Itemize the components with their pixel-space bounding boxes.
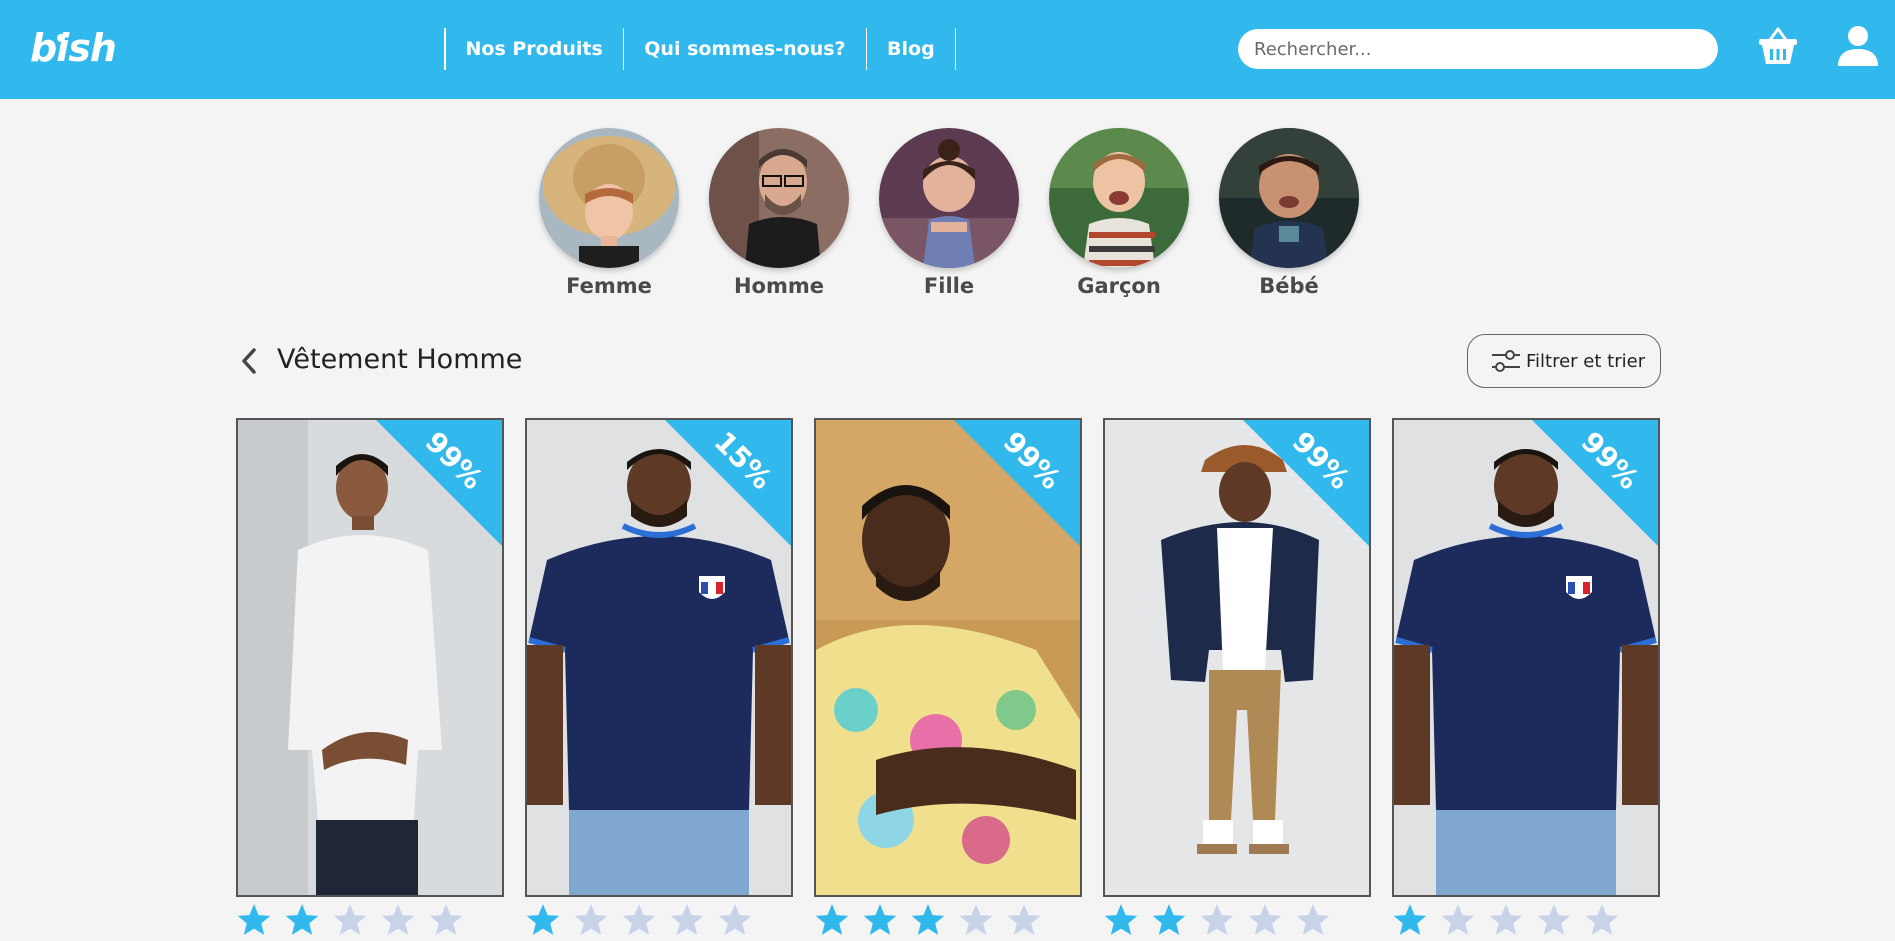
product-card[interactable]: 99% bbox=[814, 418, 1082, 897]
category-label: Bébé bbox=[1259, 274, 1319, 298]
star-empty-icon[interactable] bbox=[1199, 903, 1235, 937]
star-filled-icon[interactable] bbox=[862, 903, 898, 937]
star-filled-icon[interactable] bbox=[814, 903, 850, 937]
star-filled-icon[interactable] bbox=[284, 903, 320, 937]
star-empty-icon[interactable] bbox=[1584, 903, 1620, 937]
product-card[interactable]: 15% bbox=[525, 418, 793, 897]
category-fille[interactable]: Fille bbox=[879, 128, 1019, 298]
category-homme-image bbox=[709, 128, 849, 268]
category-label: Femme bbox=[566, 274, 652, 298]
product-card[interactable]: 99% bbox=[236, 418, 504, 897]
star-filled-icon[interactable] bbox=[1151, 903, 1187, 937]
star-empty-icon[interactable] bbox=[573, 903, 609, 937]
star-empty-icon[interactable] bbox=[1440, 903, 1476, 937]
category-garcon[interactable]: Garçon bbox=[1049, 128, 1189, 298]
star-empty-icon[interactable] bbox=[958, 903, 994, 937]
star-filled-icon[interactable] bbox=[525, 903, 561, 937]
star-empty-icon[interactable] bbox=[1006, 903, 1042, 937]
star-empty-icon[interactable] bbox=[1247, 903, 1283, 937]
category-garcon-image bbox=[1049, 128, 1189, 268]
category-femme-image bbox=[539, 128, 679, 268]
star-rating[interactable] bbox=[814, 903, 1042, 937]
star-empty-icon[interactable] bbox=[669, 903, 705, 937]
star-filled-icon[interactable] bbox=[1103, 903, 1139, 937]
star-empty-icon[interactable] bbox=[621, 903, 657, 937]
user-icon[interactable] bbox=[1836, 24, 1880, 68]
star-filled-icon[interactable] bbox=[236, 903, 272, 937]
star-filled-icon[interactable] bbox=[1392, 903, 1428, 937]
product-card[interactable]: 99% bbox=[1392, 418, 1660, 897]
star-empty-icon[interactable] bbox=[1488, 903, 1524, 937]
star-empty-icon[interactable] bbox=[332, 903, 368, 937]
star-empty-icon[interactable] bbox=[380, 903, 416, 937]
category-fille-image bbox=[879, 128, 1019, 268]
logo[interactable]: bish bbox=[30, 26, 117, 70]
product-card[interactable]: 99% bbox=[1103, 418, 1371, 897]
star-rating[interactable] bbox=[236, 903, 464, 937]
nav-item-products[interactable]: Nos Produits bbox=[446, 28, 623, 70]
star-rating[interactable] bbox=[1392, 903, 1620, 937]
basket-icon[interactable] bbox=[1756, 24, 1800, 68]
star-filled-icon[interactable] bbox=[910, 903, 946, 937]
category-label: Fille bbox=[923, 274, 975, 298]
filter-sort-label: Filtrer et trier bbox=[1526, 350, 1646, 372]
top-header: bish Nos Produits Qui sommes-nous? Blog bbox=[0, 0, 1895, 99]
category-homme[interactable]: Homme bbox=[709, 128, 849, 298]
star-empty-icon[interactable] bbox=[1536, 903, 1572, 937]
back-chevron-icon[interactable] bbox=[236, 346, 264, 376]
sliders-icon bbox=[1492, 350, 1520, 372]
nav-item-about[interactable]: Qui sommes-nous? bbox=[624, 28, 865, 70]
filter-sort-button[interactable]: Filtrer et trier bbox=[1467, 334, 1661, 388]
nav-item-blog[interactable]: Blog bbox=[867, 28, 955, 70]
category-bebe-image bbox=[1219, 128, 1359, 268]
search-input[interactable] bbox=[1238, 29, 1718, 69]
category-label: Garçon bbox=[1077, 274, 1161, 298]
nav-separator bbox=[954, 28, 957, 70]
star-empty-icon[interactable] bbox=[428, 903, 464, 937]
category-label: Homme bbox=[733, 274, 824, 298]
main-nav: Nos Produits Qui sommes-nous? Blog bbox=[444, 28, 957, 70]
category-femme[interactable]: Femme bbox=[539, 128, 679, 298]
star-rating[interactable] bbox=[525, 903, 753, 937]
logo-accent-dot bbox=[57, 34, 65, 42]
category-bebe[interactable]: Bébé bbox=[1219, 128, 1359, 298]
page-title: Vêtement Homme bbox=[277, 344, 523, 375]
star-empty-icon[interactable] bbox=[1295, 903, 1331, 937]
star-empty-icon[interactable] bbox=[717, 903, 753, 937]
star-rating[interactable] bbox=[1103, 903, 1331, 937]
